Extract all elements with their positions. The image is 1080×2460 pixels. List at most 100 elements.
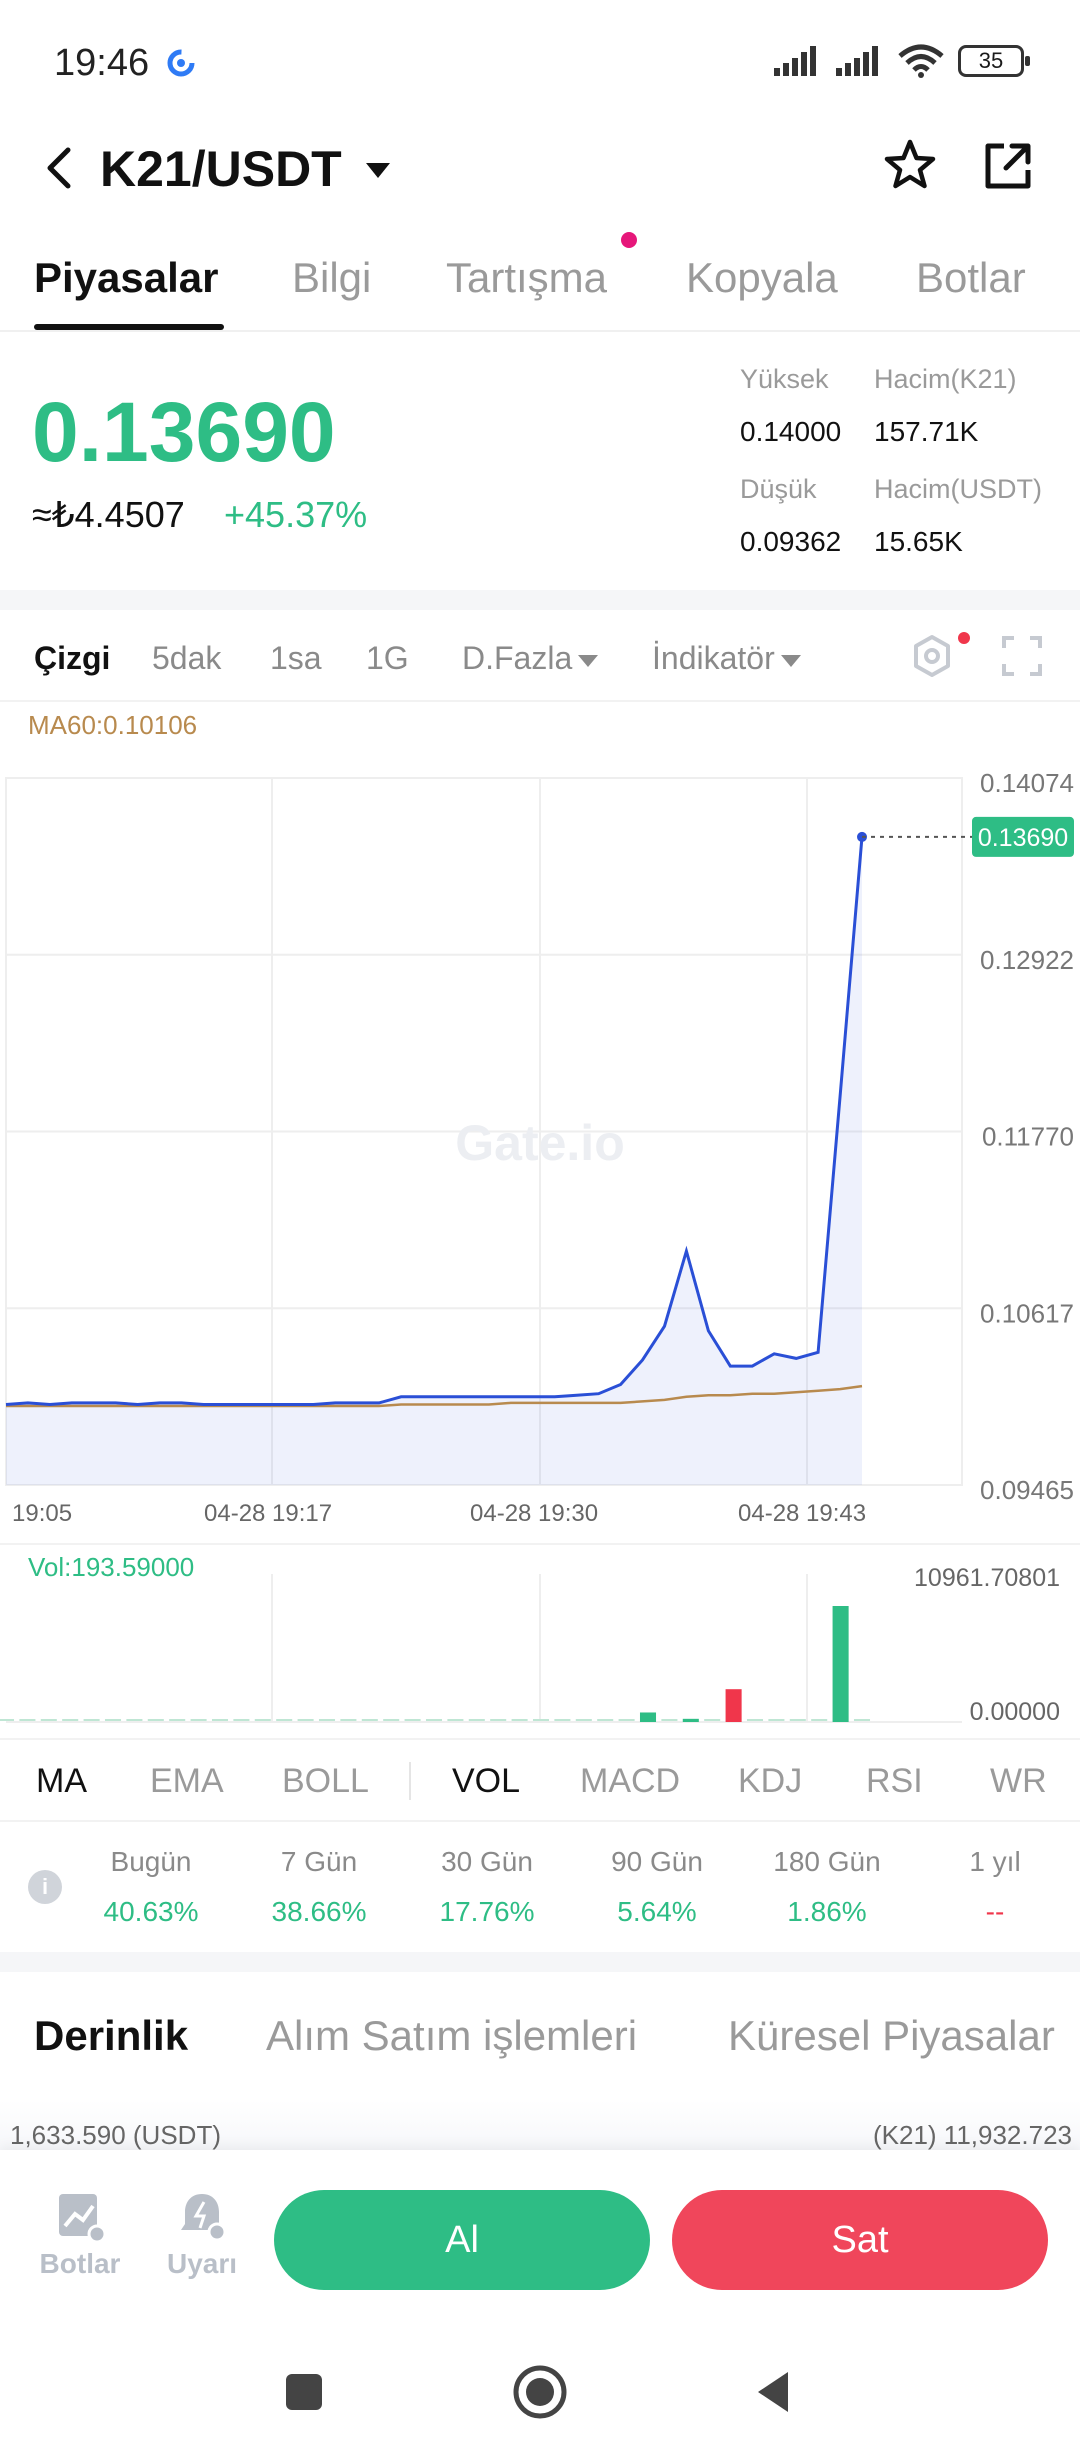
tab-markets[interactable]: Piyasalar <box>34 254 219 302</box>
indicator-label: İndikatör <box>652 640 775 676</box>
back-icon[interactable] <box>30 138 90 198</box>
indicator-macd[interactable]: MACD <box>580 1762 680 1801</box>
tab-depth[interactable]: Derinlik <box>34 2012 188 2060</box>
volume-bar <box>682 1718 699 1722</box>
interval-5m[interactable]: 5dak <box>152 640 221 677</box>
recent-apps-icon[interactable] <box>274 2362 334 2422</box>
sell-button[interactable]: Sat <box>672 2190 1048 2290</box>
price-area-fill <box>6 836 862 1485</box>
bots-icon <box>59 2194 107 2244</box>
more-intervals-dropdown[interactable]: D.Fazla <box>462 640 599 677</box>
performance-item: 180 Gün 1.86% <box>742 1846 912 1928</box>
main-tabs: Piyasalar Bilgi Tartışma Kopyala Botlar <box>0 240 1080 332</box>
tab-discussion[interactable]: Tartışma <box>446 254 607 302</box>
fullscreen-icon[interactable] <box>998 632 1046 680</box>
pair-title[interactable]: K21/USDT <box>100 140 342 198</box>
y-tick-label: 0.14074 <box>980 770 1074 798</box>
performance-period: 180 Gün <box>773 1846 881 1877</box>
volume-legend: Vol:193.59000 <box>28 1552 195 1582</box>
buy-button[interactable]: Al <box>274 2190 650 2290</box>
tab-global-markets[interactable]: Küresel Piyasalar <box>728 2012 1055 2060</box>
y-tick-label: 0.10617 <box>980 1298 1074 1328</box>
x-tick-label: 04-28 19:43 <box>738 1500 867 1527</box>
signal-icon-2 <box>836 46 878 76</box>
chart-settings-icon[interactable] <box>908 632 956 680</box>
favorite-star-icon[interactable] <box>878 134 942 198</box>
volume-min-label: 0.00000 <box>970 1698 1060 1726</box>
watermark: Gate.io <box>455 1115 624 1171</box>
indicator-boll[interactable]: BOLL <box>282 1762 369 1801</box>
performance-item: 1 yıl -- <box>910 1846 1080 1928</box>
performance-period: Bugün <box>110 1846 192 1877</box>
change-percent: +45.37% <box>224 494 368 535</box>
performance-period: 7 Gün <box>280 1846 358 1877</box>
high-value: 0.14000 <box>740 416 842 447</box>
performance-value: 40.63% <box>103 1896 199 1927</box>
tab-copy[interactable]: Kopyala <box>686 254 838 302</box>
home-icon[interactable] <box>510 2362 570 2422</box>
volume-quote-label: Hacim(USDT) <box>874 474 1042 504</box>
performance-period: 1 yıl <box>969 1846 1021 1877</box>
tab-trades[interactable]: Alım Satım işlemleri <box>266 2012 637 2060</box>
active-tab-indicator <box>34 324 224 330</box>
performance-item: Bugün 40.63% <box>66 1846 236 1928</box>
interval-1d[interactable]: 1G <box>366 640 409 677</box>
alerts-button[interactable]: Uyarı <box>152 2190 252 2280</box>
high-label: Yüksek <box>740 364 829 394</box>
volume-max-label: 10961.70801 <box>914 1564 1060 1592</box>
status-bar: 19:46 35 <box>0 0 1080 130</box>
bots-label: Botlar <box>39 2248 121 2279</box>
performance-period: 30 Gün <box>441 1846 533 1877</box>
wifi-icon <box>898 44 944 78</box>
bots-button[interactable]: Botlar <box>30 2190 130 2280</box>
x-tick-label: 19:05 <box>12 1500 73 1527</box>
performance-period: 90 Gün <box>611 1846 703 1877</box>
depth-totals: 1,633.590 (USDT) (K21) 11,932.723 <box>0 2100 1080 2150</box>
interval-line[interactable]: Çizgi <box>34 640 110 677</box>
low-value: 0.09362 <box>740 526 842 557</box>
fiat-price: ≈₺4.4507 <box>32 494 185 535</box>
caret-down-icon[interactable] <box>364 156 392 184</box>
depth-total-quote: 1,633.590 (USDT) <box>10 2120 221 2150</box>
price-line-chart[interactable]: Gate.io 0.14074 0.12922 0.11770 0.10617 0.094… <box>0 770 1080 1530</box>
alert-icon <box>181 2194 227 2242</box>
settings-notification-dot <box>958 632 970 644</box>
x-tick-label: 04-28 19:30 <box>470 1500 599 1527</box>
battery-indicator: 35 <box>958 45 1030 77</box>
system-back-icon[interactable] <box>744 2362 804 2422</box>
performance-value: 5.64% <box>617 1896 697 1927</box>
caret-down-icon <box>780 654 801 667</box>
indicator-wr[interactable]: WR <box>990 1762 1047 1801</box>
more-intervals-label: D.Fazla <box>462 640 573 676</box>
last-price-tag: 0.13690 <box>978 824 1068 852</box>
share-external-icon[interactable] <box>976 134 1040 198</box>
indicator-rsi[interactable]: RSI <box>866 1762 923 1801</box>
indicator-vol[interactable]: VOL <box>452 1762 520 1801</box>
section-divider <box>0 1952 1080 1972</box>
tab-info[interactable]: Bilgi <box>292 254 371 302</box>
performance-item: 30 Gün 17.76% <box>402 1846 572 1928</box>
volume-quote-value: 15.65K <box>874 526 963 557</box>
last-price: 0.13690 <box>32 385 336 479</box>
nav-bar: K21/USDT <box>0 120 1080 220</box>
indicator-dropdown[interactable]: İndikatör <box>652 640 801 677</box>
performance-value: -- <box>985 1896 1005 1927</box>
volume-base-value: 157.71K <box>874 416 979 447</box>
y-tick-label: 0.11770 <box>982 1122 1074 1152</box>
alerts-label: Uyarı <box>166 2248 238 2279</box>
price-line <box>5 836 864 1407</box>
depth-tabs: Derinlik Alım Satım işlemleri Küresel Pi… <box>0 1972 1080 2082</box>
indicator-ma[interactable]: MA <box>36 1762 87 1801</box>
interval-1h[interactable]: 1sa <box>270 640 322 677</box>
y-tick-label: 0.09465 <box>980 1475 1074 1505</box>
caret-down-icon <box>578 654 599 667</box>
section-divider <box>0 590 1080 610</box>
volume-base-label: Hacim(K21) <box>874 364 1017 394</box>
tab-bots[interactable]: Botlar <box>916 254 1026 302</box>
bottom-action-bar: Botlar Uyarı Al Sat <box>0 2150 1080 2320</box>
indicator-ema[interactable]: EMA <box>150 1762 224 1801</box>
ticker-section: 0.13690 ≈₺4.4507 +45.37% Yüksek 0.14000 … <box>0 334 1080 590</box>
info-icon[interactable]: i <box>28 1870 62 1904</box>
indicator-kdj[interactable]: KDJ <box>738 1762 802 1801</box>
indicator-separator <box>409 1762 411 1800</box>
